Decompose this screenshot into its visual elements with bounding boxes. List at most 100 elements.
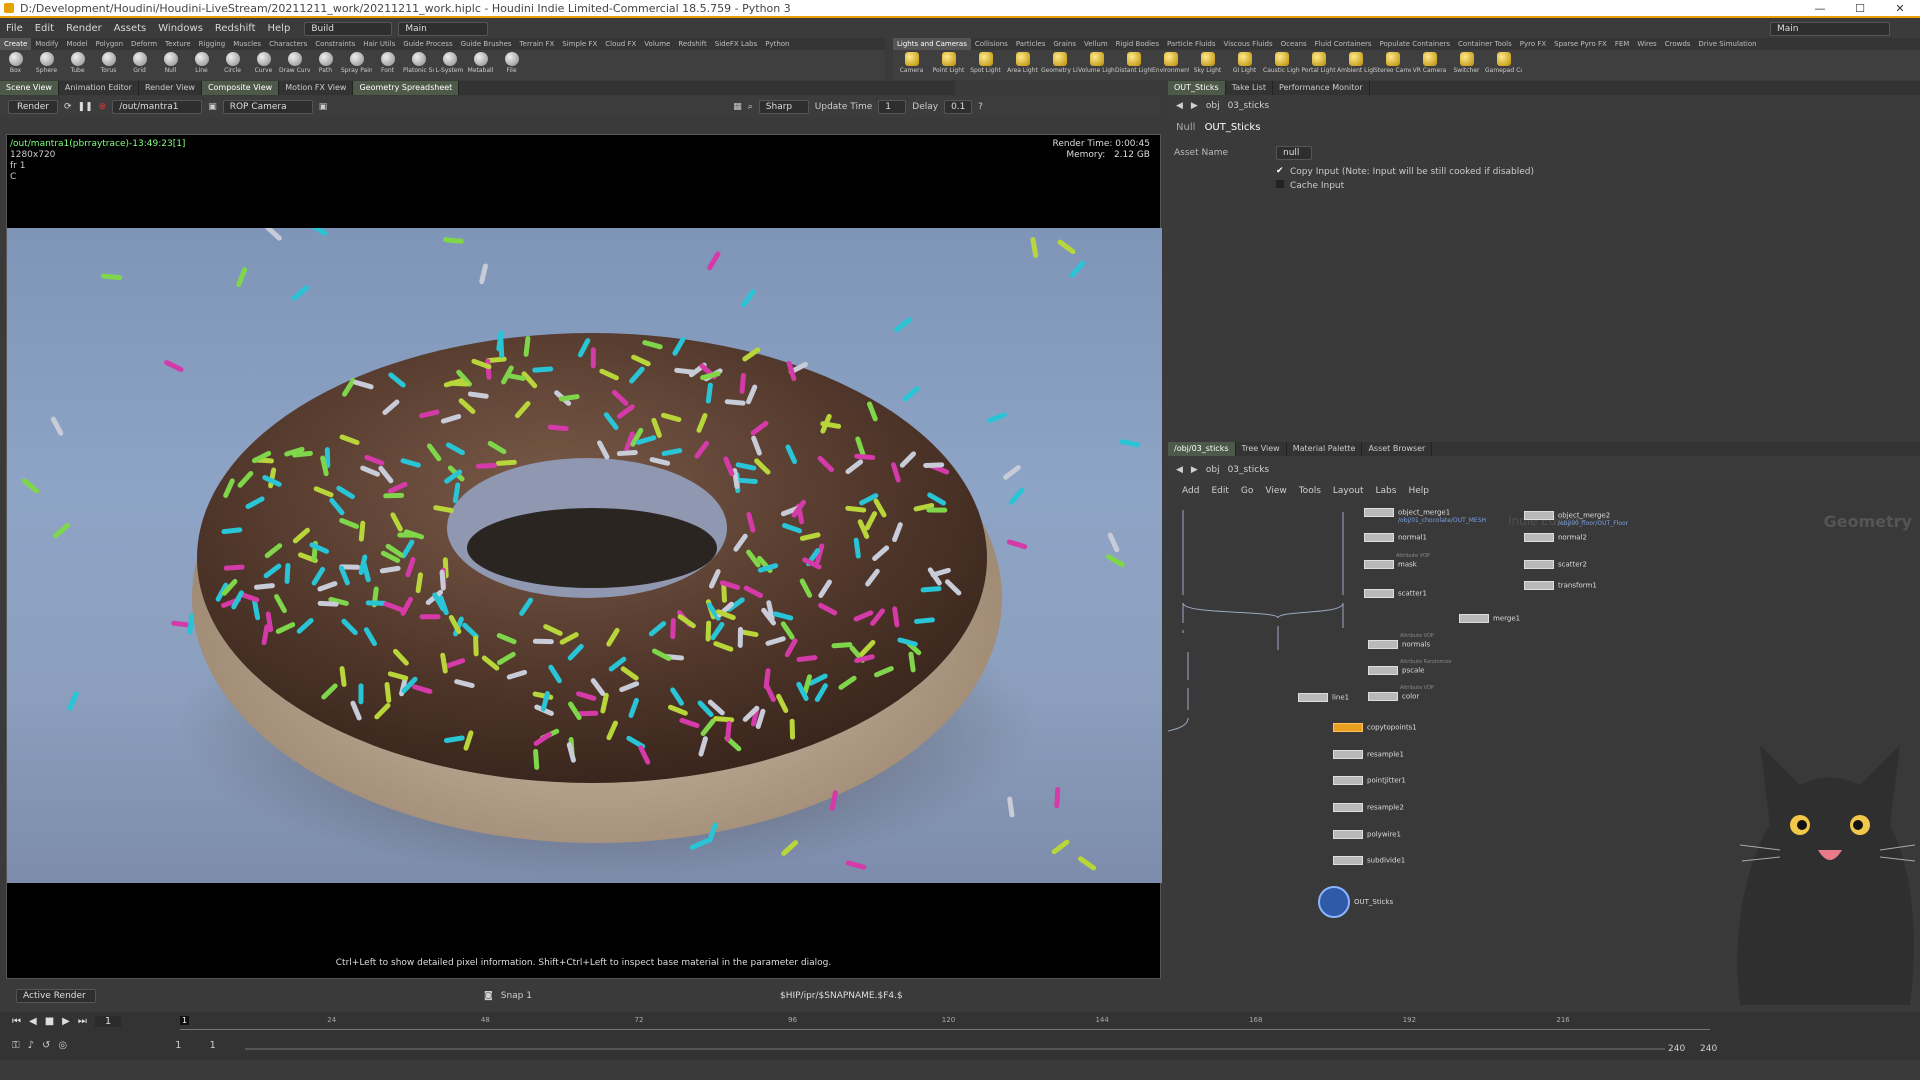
shelf-tab-polygon[interactable]: Polygon (92, 38, 128, 50)
stop-icon[interactable]: ⊗ (99, 102, 107, 112)
shelf-tab-grains[interactable]: Grains (1049, 38, 1080, 50)
desktop-main-select-right[interactable]: Main (1770, 22, 1890, 36)
net-menu-view[interactable]: View (1265, 486, 1286, 496)
shelf-tool-null[interactable]: Null (155, 50, 186, 80)
minimize-icon[interactable]: — (1800, 0, 1840, 18)
shelf-tool-distant-light[interactable]: Distant Light (1115, 50, 1152, 80)
node-name[interactable]: OUT_Sticks (1205, 122, 1261, 133)
node-normals[interactable]: normals Attribute VOP (1368, 633, 1434, 649)
shelf-tab-fluid-containers[interactable]: Fluid Containers (1311, 38, 1376, 50)
shelf-tool-gamepad-camera[interactable]: Gamepad Camera (1485, 50, 1522, 80)
shelf-tab-crowds[interactable]: Crowds (1661, 38, 1695, 50)
desktop-build-select[interactable]: Build (304, 22, 393, 36)
shelf-tab-characters[interactable]: Characters (265, 38, 311, 50)
timeline-cursor[interactable]: 1 (180, 1016, 190, 1025)
shelf-tab-lights-and-cameras[interactable]: Lights and Cameras (893, 38, 971, 50)
step-back-icon[interactable]: ◀ (29, 1016, 37, 1027)
shelf-tab-drive-simulation[interactable]: Drive Simulation (1694, 38, 1760, 50)
node-out-sticks[interactable]: OUT_Sticks (1318, 886, 1393, 918)
range-start-field[interactable]: 1 (175, 1040, 181, 1051)
shelf-tool-curve[interactable]: Curve (248, 50, 279, 80)
region-icon[interactable]: ▦ (733, 102, 742, 112)
node-subdivide1[interactable]: subdivide1 (1333, 856, 1405, 865)
node-polywire1[interactable]: polywire1 (1333, 830, 1401, 839)
node-transform1[interactable]: transform1 (1524, 581, 1597, 590)
shelf-tool-sky-light[interactable]: Sky Light (1189, 50, 1226, 80)
pause-icon[interactable]: ❚❚ (78, 102, 93, 112)
shelf-tab-oceans[interactable]: Oceans (1277, 38, 1311, 50)
tab-composite-view[interactable]: Composite View (201, 81, 280, 95)
node-scatter1[interactable]: scatter1 (1364, 589, 1427, 598)
shelf-tool-metaball[interactable]: Metaball (465, 50, 496, 80)
shelf-tab-model[interactable]: Model (62, 38, 91, 50)
close-icon[interactable]: ✕ (1880, 0, 1920, 18)
shelf-tab-volume[interactable]: Volume (640, 38, 674, 50)
shelf-tab-python[interactable]: Python (761, 38, 793, 50)
shelf-tool-font[interactable]: Font (372, 50, 403, 80)
net-menu-labs[interactable]: Labs (1376, 486, 1397, 496)
shelf-tool-line[interactable]: Line (186, 50, 217, 80)
node-normal2[interactable]: normal2 (1524, 533, 1587, 542)
shelf-tab-viscous-fluids[interactable]: Viscous Fluids (1220, 38, 1277, 50)
shelf-tab-simple-fx[interactable]: Simple FX (558, 38, 601, 50)
render-viewport[interactable]: /out/mantra1(pbrraytrace)-13:49:23[1] 12… (6, 134, 1162, 979)
menu-assets[interactable]: Assets (108, 20, 153, 38)
keys-icon[interactable]: ⚿ (12, 1040, 20, 1051)
node-copytopoints1[interactable]: copytopoints1 (1333, 723, 1417, 732)
node-normal1[interactable]: normal1 (1364, 533, 1427, 542)
shelf-tab-muscles[interactable]: Muscles (229, 38, 265, 50)
tab-render-view[interactable]: Render View (139, 81, 202, 95)
render-button[interactable]: Render (8, 100, 58, 114)
menu-windows[interactable]: Windows (152, 20, 209, 38)
menu-file[interactable]: File (0, 20, 29, 38)
shelf-tool-stereo-camera[interactable]: Stereo Camera (1374, 50, 1411, 80)
range-end-field[interactable]: 240 (1668, 1044, 1685, 1054)
shelf-tool-geometry-light[interactable]: Geometry Light (1041, 50, 1078, 80)
cache-input-checkbox[interactable] (1276, 180, 1284, 188)
node-resample1[interactable]: resample1 (1333, 750, 1404, 759)
shelf-tab-terrain-fx[interactable]: Terrain FX (516, 38, 559, 50)
shelf-tab-sidefx-labs[interactable]: SideFX Labs (711, 38, 761, 50)
shelf-tool-ambient-light[interactable]: Ambient Light (1337, 50, 1374, 80)
stop-play-icon[interactable]: ■ (45, 1016, 54, 1027)
shelf-tab-rigid-bodies[interactable]: Rigid Bodies (1112, 38, 1163, 50)
shelf-tool-switcher[interactable]: Switcher (1448, 50, 1485, 80)
loop-icon[interactable]: ↺ (42, 1040, 50, 1051)
menu-redshift[interactable]: Redshift (209, 20, 262, 38)
net-path-obj[interactable]: obj (1206, 465, 1220, 475)
range-start-field-2[interactable]: 1 (210, 1040, 216, 1051)
shelf-tab-hair-utils[interactable]: Hair Utils (359, 38, 399, 50)
shelf-tab-guide-process[interactable]: Guide Process (399, 38, 456, 50)
net-menu-go[interactable]: Go (1241, 486, 1253, 496)
shelf-tab-populate-containers[interactable]: Populate Containers (1376, 38, 1455, 50)
play-icon[interactable]: ▶ (62, 1016, 70, 1027)
tab-scene-view[interactable]: Scene View (0, 81, 59, 95)
shelf-tool-sphere[interactable]: Sphere (31, 50, 62, 80)
network-editor[interactable]: Geometry Indie Edition object_merge1/obj… (1168, 500, 1920, 1005)
camera-pick-icon[interactable]: ▣ (319, 102, 328, 112)
node-pscale[interactable]: pscale Attribute Randomize (1368, 659, 1451, 675)
shelf-tool-camera[interactable]: Camera (893, 50, 930, 80)
realtime-icon[interactable]: ◎ (58, 1040, 67, 1051)
copy-input-checkbox[interactable]: ✔ (1276, 166, 1284, 176)
net-menu-edit[interactable]: Edit (1211, 486, 1228, 496)
shelf-tool-caustic-light[interactable]: Caustic Light (1263, 50, 1300, 80)
render-driver-select[interactable]: /out/mantra1 (112, 100, 203, 114)
net-menu-help[interactable]: Help (1408, 486, 1429, 496)
node-mask[interactable]: mask Attribute VOP (1364, 553, 1430, 569)
audio-icon[interactable]: ♪ (28, 1040, 34, 1051)
shelf-tab-container-tools[interactable]: Container Tools (1454, 38, 1516, 50)
shelf-tool-torus[interactable]: Torus (93, 50, 124, 80)
shelf-tab-redshift[interactable]: Redshift (674, 38, 710, 50)
shelf-tab-modify[interactable]: Modify (31, 38, 62, 50)
net-menu-tools[interactable]: Tools (1299, 486, 1321, 496)
shelf-tool-area-light[interactable]: Area Light (1004, 50, 1041, 80)
snapshot-icon[interactable]: ◙ (484, 991, 493, 1001)
shelf-tab-create[interactable]: Create (0, 38, 32, 50)
shelf-tab-wires[interactable]: Wires (1633, 38, 1660, 50)
driver-jump-icon[interactable]: ▣ (208, 102, 217, 112)
node-scatter2[interactable]: scatter2 (1524, 560, 1587, 569)
shelf-tool-platonic-solids[interactable]: Platonic Solids (403, 50, 434, 80)
render-camera-select[interactable]: ROP Camera (222, 100, 313, 114)
menu-render[interactable]: Render (60, 20, 108, 38)
